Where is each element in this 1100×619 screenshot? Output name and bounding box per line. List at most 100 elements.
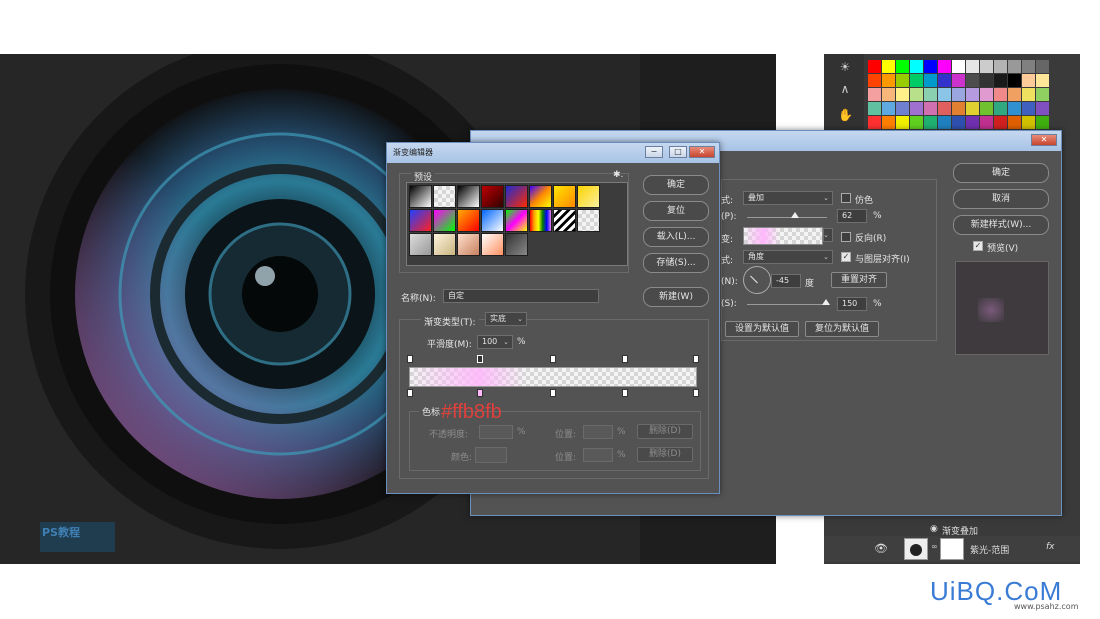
color-swatch[interactable] [868,116,881,129]
color-swatch[interactable] [1022,102,1035,115]
color-swatch[interactable] [952,88,965,101]
smoothness-select[interactable]: 100 ⌄ [477,335,513,349]
gradient-dropdown[interactable]: ⌄ [823,228,833,242]
color-swatch[interactable] [1022,74,1035,87]
color-swatch[interactable] [1022,116,1035,129]
gradient-preset[interactable] [505,209,528,232]
color-swatch[interactable] [980,116,993,129]
gradient-preset[interactable] [433,209,456,232]
color-swatch[interactable] [994,60,1007,73]
close-icon[interactable]: ✕ [689,146,715,158]
delete-color-stop-button[interactable]: 删除(D) [637,447,693,462]
color-swatch[interactable] [952,102,965,115]
color-stop[interactable] [693,389,699,397]
color-swatch[interactable] [980,88,993,101]
color-swatch[interactable] [896,88,909,101]
color-swatch[interactable] [952,60,965,73]
gradient-preset[interactable] [433,233,456,256]
color-swatch[interactable] [1008,74,1021,87]
color-swatch[interactable] [980,102,993,115]
color-swatch[interactable] [938,88,951,101]
color-swatch[interactable] [994,102,1007,115]
opacity-stop[interactable] [622,355,628,363]
color-swatch[interactable] [882,74,895,87]
visibility-eye-icon[interactable]: 👁 [874,542,888,555]
gradient-preview[interactable] [743,227,823,245]
stop-location-input[interactable] [583,425,613,439]
delete-opacity-stop-button[interactable]: 删除(D) [637,424,693,439]
gradient-preset[interactable] [409,209,432,232]
color-swatch[interactable] [896,116,909,129]
color-swatch[interactable] [1022,88,1035,101]
angle-dial[interactable] [743,266,771,294]
color-location-input[interactable] [583,448,613,462]
color-swatch[interactable] [924,88,937,101]
stop-color-swatch[interactable] [475,447,507,463]
gradient-preset[interactable] [505,185,528,208]
color-swatch[interactable] [938,102,951,115]
color-swatch[interactable] [896,60,909,73]
name-input[interactable]: 自定 [443,289,599,303]
hand-icon[interactable]: ✋ [838,108,853,122]
dither-checkbox[interactable] [841,193,851,203]
color-swatch[interactable] [1008,88,1021,101]
color-swatch[interactable] [896,102,909,115]
color-swatch[interactable] [868,88,881,101]
ok-button[interactable]: 确定 [953,163,1049,183]
color-swatch[interactable] [924,102,937,115]
color-swatch[interactable] [952,116,965,129]
fx-icon[interactable]: fx [1046,542,1055,552]
angle-input[interactable]: -45 [771,274,801,288]
color-swatch[interactable] [938,116,951,129]
histogram-icon[interactable]: ∧ [838,82,852,96]
layer-row[interactable]: 👁 ∞ 紫光-范围 fx [824,536,1080,562]
cancel-button[interactable]: 取消 [953,189,1049,209]
gradient-preset[interactable] [481,233,504,256]
gradient-type-select[interactable]: 实底 ⌄ [485,312,527,326]
color-swatch[interactable] [924,60,937,73]
reset-default-button[interactable]: 复位为默认值 [805,321,879,337]
reset-align-button[interactable]: 重置对齐 [831,272,887,288]
minimize-icon[interactable]: − [645,146,663,158]
save-button[interactable]: 存储(S)... [643,253,709,273]
blend-mode-select[interactable]: 叠加 ⌄ [743,191,833,205]
opacity-slider-thumb[interactable] [791,212,799,218]
color-swatch[interactable] [1008,116,1021,129]
gradient-preset[interactable] [409,185,432,208]
color-swatch[interactable] [966,88,979,101]
color-swatch[interactable] [980,74,993,87]
color-swatch[interactable] [868,74,881,87]
sun-icon[interactable]: ☀ [838,60,852,74]
color-swatch[interactable] [910,116,923,129]
gradient-preset[interactable] [577,185,600,208]
gradient-preset[interactable] [457,185,480,208]
scale-input[interactable]: 150 [837,297,867,311]
reset-button[interactable]: 复位 [643,201,709,221]
color-stop-selected[interactable] [477,389,483,397]
gradient-preset[interactable] [529,185,552,208]
color-swatch[interactable] [1008,102,1021,115]
color-swatch[interactable] [966,116,979,129]
gradient-bar[interactable] [409,367,697,387]
gradient-preset[interactable] [481,209,504,232]
color-swatch[interactable] [994,88,1007,101]
color-swatch[interactable] [868,60,881,73]
gradient-preset[interactable] [457,209,480,232]
gradient-preset[interactable] [553,185,576,208]
color-swatch[interactable] [882,60,895,73]
style-select[interactable]: 角度 ⌄ [743,250,833,264]
opacity-stop[interactable] [407,355,413,363]
color-stop[interactable] [550,389,556,397]
color-swatch[interactable] [1036,74,1049,87]
align-checkbox[interactable]: ✓ [841,252,851,262]
color-swatch[interactable] [1008,60,1021,73]
gradient-preset[interactable] [553,209,576,232]
gradient-preset[interactable] [577,209,600,232]
load-button[interactable]: 载入(L)... [643,227,709,247]
close-icon[interactable]: ✕ [1031,134,1057,146]
color-swatch[interactable] [882,102,895,115]
stop-opacity-input[interactable] [479,425,513,439]
color-swatch[interactable] [924,74,937,87]
ok-button[interactable]: 确定 [643,175,709,195]
opacity-stop[interactable] [477,355,483,363]
